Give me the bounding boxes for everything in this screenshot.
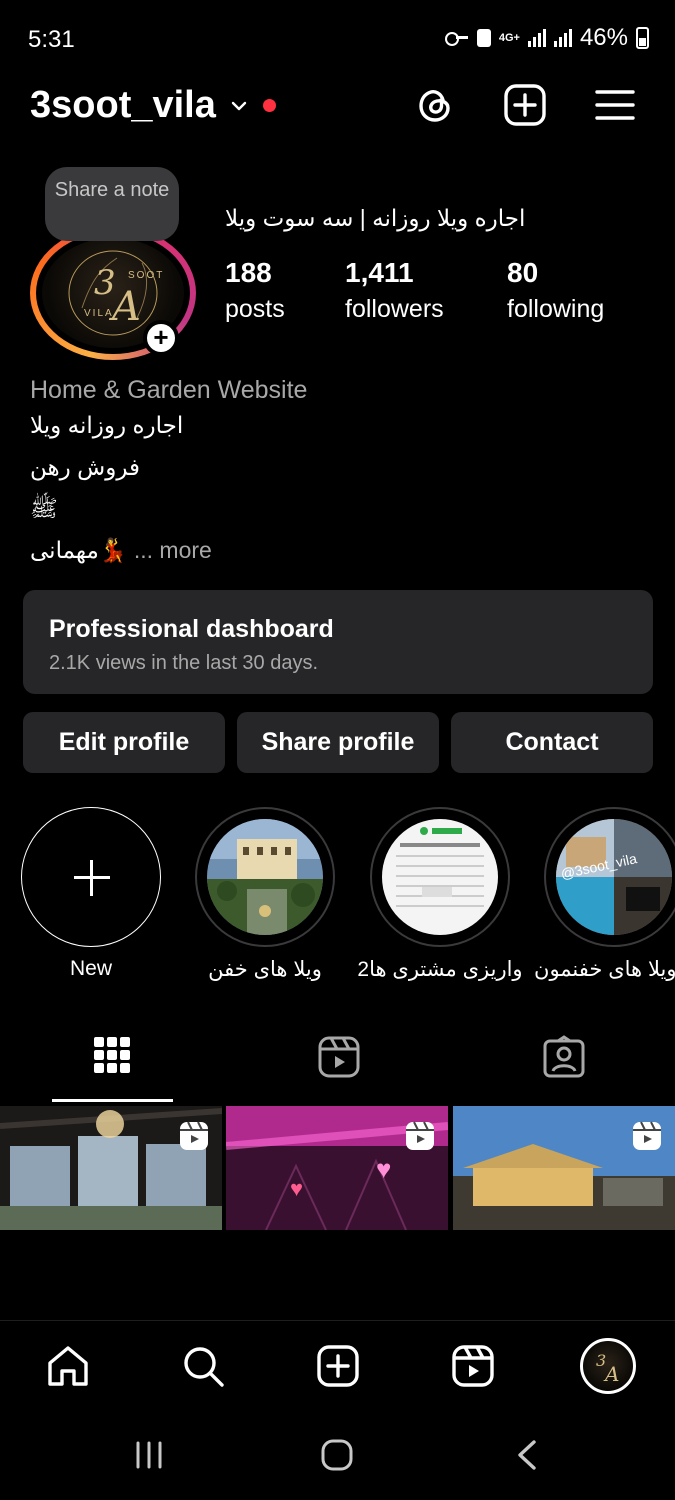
lock-icon — [476, 29, 491, 47]
stat-following-value: 80 — [507, 257, 539, 288]
stat-followers[interactable]: 1,411 followers — [345, 257, 444, 324]
post-thumbnail[interactable] — [453, 1106, 675, 1230]
grid-icon — [94, 1037, 130, 1073]
notification-dot — [263, 99, 276, 112]
profile-header: 3soot_vila — [0, 78, 675, 134]
highlight-label: ویلا های خفن — [208, 958, 322, 981]
highlight-item[interactable]: ویلا های خفن — [195, 807, 335, 981]
bio-more-link[interactable]: ... more — [134, 537, 212, 563]
home-button-icon[interactable] — [320, 1438, 354, 1472]
highlight-thumbnail: @3soot_vila — [556, 819, 672, 935]
reel-badge-icon — [406, 1121, 434, 1150]
battery-percent: 46% — [579, 24, 628, 51]
villa-collage-image: @3soot_vila — [556, 819, 672, 935]
villa-garden-image — [207, 819, 323, 935]
highlight-thumbnail — [382, 819, 498, 935]
status-bar: 5:31 4G+ 46% — [0, 0, 675, 78]
highlight-label: واریزی مشتری ها2 — [357, 958, 523, 981]
profile-full-name: اجاره ویلا روزانه | سه سوت ویلا — [225, 205, 526, 231]
create-icon[interactable] — [315, 1343, 361, 1389]
tagged-icon — [543, 1035, 585, 1078]
stat-posts-value: 188 — [225, 257, 272, 288]
username[interactable]: 3soot_vila — [30, 84, 216, 127]
stat-followers-label: followers — [345, 295, 444, 323]
highlight-ring — [195, 807, 335, 947]
highlight-ring: @3soot_vila — [544, 807, 675, 947]
vpn-key-icon — [444, 31, 469, 46]
highlight-new[interactable]: New — [21, 807, 161, 980]
avatar-text-vila: VILA — [84, 308, 114, 319]
status-time: 5:31 — [28, 26, 75, 53]
bottom-navigation: 3 A — [0, 1320, 675, 1412]
menu-icon[interactable] — [592, 82, 638, 128]
recent-apps-icon[interactable] — [134, 1440, 164, 1470]
avatar-text-soot: SOOT — [128, 270, 164, 281]
highlight-item[interactable]: واریزی مشتری ها2 — [357, 807, 523, 981]
create-post-icon[interactable] — [502, 82, 548, 128]
receipt-image — [382, 819, 498, 935]
tab-tagged[interactable] — [450, 1025, 675, 1103]
stat-following-label: following — [507, 295, 605, 323]
reel-badge-icon — [180, 1121, 208, 1150]
avatar-monogram-a: A — [108, 284, 141, 330]
profile-content-tabs — [0, 1025, 675, 1103]
back-icon[interactable] — [512, 1438, 542, 1472]
posts-grid: ♥ ♥ — [0, 1106, 675, 1230]
bio-line-4: مهمانی💃 ... more — [30, 537, 212, 564]
highlight-label: New — [69, 957, 112, 980]
search-icon[interactable] — [180, 1343, 226, 1389]
stat-posts[interactable]: 188 posts — [225, 257, 285, 324]
profile-avatar[interactable]: 3 A — [580, 1338, 636, 1394]
add-highlight-icon — [21, 807, 161, 947]
active-tab-indicator — [52, 1099, 173, 1102]
edit-profile-button[interactable]: Edit profile — [23, 712, 225, 773]
highlight-ring — [370, 807, 510, 947]
network-type: 4G+ — [498, 31, 520, 44]
professional-dashboard[interactable]: Professional dashboard 2.1K views in the… — [23, 590, 653, 694]
system-navigation-bar — [0, 1412, 675, 1500]
dashboard-title: Professional dashboard — [49, 615, 334, 643]
signal-icon — [527, 29, 546, 47]
profile-category[interactable]: Home & Garden Website — [30, 376, 307, 405]
highlight-label: ویلا های خفنمون... — [534, 958, 675, 981]
highlight-item[interactable]: @3soot_vila ویلا های خفنمون... — [534, 807, 675, 981]
post-thumbnail[interactable]: ♥ ♥ — [226, 1106, 448, 1230]
bio-line-3: ﷺ — [30, 495, 58, 521]
avatar-mini-logo: 3 A — [596, 1351, 619, 1386]
highlight-thumbnail — [207, 819, 323, 935]
tab-reels[interactable] — [225, 1025, 450, 1103]
stat-following[interactable]: 80 following — [507, 257, 604, 324]
home-icon[interactable] — [45, 1343, 91, 1389]
bio-last-line: مهمانی💃 — [30, 537, 128, 563]
stat-posts-label: posts — [225, 295, 285, 323]
share-note-bubble[interactable]: Share a note — [45, 167, 179, 241]
mini-monogram-a: A — [603, 1362, 619, 1386]
battery-icon — [636, 27, 649, 49]
neon-sign-left: ♥ — [290, 1176, 303, 1201]
status-icons: 4G+ 46% — [444, 24, 649, 52]
reel-badge-icon — [633, 1121, 661, 1150]
tab-posts-grid[interactable] — [0, 1025, 225, 1103]
stat-followers-value: 1,411 — [345, 257, 414, 288]
bio-line-2: فروش رهن — [30, 454, 141, 480]
signal-icon-2 — [553, 29, 572, 47]
add-story-button[interactable]: + — [143, 320, 179, 356]
chevron-down-icon[interactable] — [231, 98, 247, 114]
post-thumbnail[interactable] — [0, 1106, 222, 1230]
dashboard-subtitle: 2.1K views in the last 30 days. — [49, 652, 319, 674]
bio-line-1: اجاره روزانه ویلا — [30, 412, 184, 438]
neon-sign-right: ♥ — [376, 1154, 391, 1184]
reels-icon[interactable] — [450, 1343, 496, 1389]
reels-icon — [318, 1036, 360, 1078]
contact-button[interactable]: Contact — [451, 712, 653, 773]
threads-icon[interactable] — [412, 82, 458, 128]
share-profile-button[interactable]: Share profile — [237, 712, 439, 773]
